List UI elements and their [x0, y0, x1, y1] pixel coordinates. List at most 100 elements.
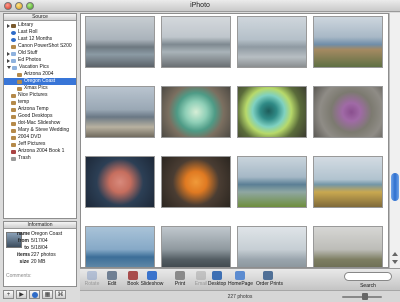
photo-thumbnail[interactable] — [161, 16, 231, 68]
info-value: Oregon Coast — [31, 231, 63, 237]
calendar-button[interactable]: ▦ — [42, 290, 53, 299]
rotate-icon — [87, 271, 97, 280]
photo-thumbnail[interactable] — [237, 16, 307, 68]
photo-thumbnail[interactable] — [237, 86, 307, 138]
album-label: Mary & Steve Wedding — [18, 127, 70, 133]
scrollbar-thumb[interactable] — [391, 173, 399, 201]
photo-thumbnail[interactable] — [85, 156, 155, 208]
album-item[interactable]: Arizona 2004 Book 1 — [4, 148, 76, 155]
album-item[interactable]: Trash — [4, 155, 76, 162]
slideshow-button[interactable]: Slideshow — [140, 271, 164, 290]
album-label: Trash — [18, 155, 31, 161]
info-key: from — [17, 238, 29, 244]
album-item[interactable]: Last 12 Months — [4, 36, 76, 43]
zoom-slider-knob[interactable] — [362, 293, 369, 300]
photo-thumbnail[interactable] — [313, 16, 383, 68]
album-item[interactable]: Ed Photos — [4, 57, 76, 64]
photo-thumbnail[interactable] — [161, 86, 231, 138]
album-item[interactable]: Oregon Coast — [4, 78, 76, 85]
album-label: Xmas Pics — [24, 85, 48, 91]
folder-icon — [12, 65, 17, 70]
album-item[interactable]: Arizona Temp — [4, 106, 76, 113]
album-label: Arizona 2004 — [24, 71, 54, 77]
album-item[interactable]: Xmas Pics — [4, 85, 76, 92]
album-icon — [17, 79, 22, 84]
info-key: name — [17, 231, 31, 237]
photo-thumbnail[interactable] — [161, 156, 231, 208]
disclosure-triangle-icon[interactable] — [7, 58, 10, 63]
album-item[interactable]: Nice Pictures — [4, 92, 76, 99]
photo-thumbnail[interactable] — [237, 156, 307, 208]
print-icon — [175, 271, 185, 280]
album-label: Last 12 Months — [18, 36, 53, 42]
scroll-down-icon[interactable] — [392, 260, 398, 264]
photo-thumbnail[interactable] — [313, 86, 383, 138]
album-icon — [11, 142, 16, 147]
source-header: Source — [4, 14, 76, 21]
album-label: Arizona 2004 Book 1 — [18, 148, 65, 154]
album-icon — [17, 86, 22, 91]
disclosure-triangle-icon[interactable] — [7, 51, 10, 56]
info-row: to 5/18/04 — [17, 245, 47, 251]
comments-label: Comments: — [6, 273, 32, 279]
album-item[interactable]: Jeff Pictures — [4, 141, 76, 148]
zoom-slider[interactable] — [342, 293, 382, 300]
album-label: Ed Photos — [18, 57, 42, 63]
album-label: Vacation Pics — [19, 64, 49, 70]
album-icon — [11, 128, 16, 133]
album-item[interactable]: Canon PowerShot S200 — [4, 43, 76, 50]
album-item[interactable]: Mary & Steve Wedding — [4, 127, 76, 134]
homepage-button[interactable]: HomePage — [228, 271, 254, 290]
folder-icon — [11, 58, 16, 63]
photo-thumbnail[interactable] — [237, 226, 307, 267]
album-label: 2004 DVD — [18, 134, 42, 140]
info-row: items227 photos — [17, 252, 56, 258]
album-icon — [11, 114, 16, 119]
album-item[interactable]: Last Roll — [4, 29, 76, 36]
album-item[interactable]: Vacation Pics — [4, 64, 76, 71]
keywords-button[interactable]: ⌘ — [55, 290, 66, 299]
toolbar-label: HomePage — [228, 281, 254, 287]
library-icon — [11, 23, 16, 28]
photo-thumbnail[interactable] — [85, 16, 155, 68]
photo-thumbnail[interactable] — [85, 86, 155, 138]
information-header: Information — [4, 222, 76, 229]
disclosure-triangle-icon[interactable] — [7, 23, 10, 28]
scroll-up-icon[interactable] — [392, 252, 398, 256]
source-panel: Source Library Last Roll Last 12 Months Can… — [3, 13, 77, 219]
play-slideshow-button[interactable]: ▶ — [16, 290, 27, 299]
album-icon — [11, 121, 16, 126]
photo-thumbnail[interactable] — [85, 226, 155, 267]
desktop-icon — [212, 271, 222, 280]
photo-thumbnail[interactable] — [161, 226, 231, 267]
grid-scrollbar[interactable] — [389, 13, 400, 268]
album-item[interactable]: temp — [4, 99, 76, 106]
iphoto-window: iPhoto Source Library Last Roll Last 12 Mo… — [0, 0, 400, 302]
desktop-button[interactable]: Desktop — [205, 271, 229, 290]
album-item[interactable]: Old Stuff — [4, 50, 76, 57]
album-item[interactable]: Library — [4, 22, 76, 29]
album-item[interactable]: Good Desktops — [4, 113, 76, 120]
album-icon — [11, 93, 16, 98]
disclosure-triangle-icon[interactable] — [7, 66, 11, 69]
album-label: Canon PowerShot S200 — [18, 43, 72, 49]
photo-thumbnail[interactable] — [313, 156, 383, 208]
order-prints-button[interactable]: Order Prints — [256, 271, 283, 290]
info-row: from 5/17/04 — [17, 238, 48, 244]
album-icon — [11, 44, 16, 49]
title-bar[interactable]: iPhoto — [0, 0, 400, 12]
album-item[interactable]: dot-Mac Slideshow — [4, 120, 76, 127]
source-buttons: + ▶ ▦ ⌘ — [3, 290, 66, 299]
info-button[interactable] — [29, 290, 40, 299]
photo-thumbnail[interactable] — [313, 226, 383, 267]
album-label: Oregon Coast — [24, 78, 56, 84]
album-label: dot-Mac Slideshow — [18, 120, 61, 126]
album-item[interactable]: Arizona 2004 — [4, 71, 76, 78]
album-item[interactable]: 2004 DVD — [4, 134, 76, 141]
album-label: temp — [18, 99, 30, 105]
album-label: Good Desktops — [18, 113, 53, 119]
info-value: 227 photos — [31, 252, 56, 258]
album-icon — [11, 135, 16, 140]
add-album-button[interactable]: + — [3, 290, 14, 299]
search-input[interactable] — [344, 272, 392, 281]
